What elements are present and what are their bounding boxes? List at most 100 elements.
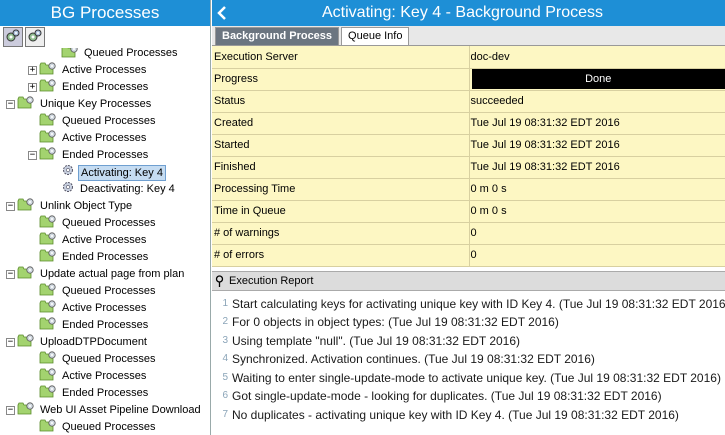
property-row: # of warnings 0 [212,222,725,245]
tab-background-process[interactable]: Background Process [215,27,340,45]
property-key: Progress [212,68,470,91]
tree-folder-item[interactable]: Queued Processes [50,48,180,62]
property-value: Tue Jul 19 08:31:32 EDT 2016 [470,139,620,151]
tree-folder-item[interactable]: Active Processes [28,367,148,385]
tree-item-label: UploadDTPDocument [40,336,147,348]
tree-item-label: Queued Processes [62,115,156,127]
execution-report-header[interactable]: Execution Report [212,270,725,291]
tree-folder-item[interactable]: Ended Processes [28,316,150,334]
collapse-icon[interactable]: − [28,151,37,160]
process-detail-panel: Activating: Key 4 - Background Process B… [212,0,725,435]
property-value-cell: succeeded [469,90,725,113]
tree-folder-item[interactable]: − Ended Processes [28,146,150,166]
property-row: Status succeeded [212,90,725,113]
pin-icon [215,274,224,287]
line-number: 7 [222,408,228,420]
folder-gear-icon [17,401,35,421]
tree-process-item[interactable]: Deactivating: Key 4 [50,181,177,198]
tab-queue-info[interactable]: Queue Info [341,27,410,45]
tree-item-label: Ended Processes [62,251,149,263]
property-row: # of errors 0 [212,244,725,267]
folder-gear-icon [39,248,57,268]
tree-folder-item[interactable]: Ended Processes [28,248,150,268]
property-value: doc-dev [470,50,510,63]
tree-item-label: Queued Processes [62,421,156,433]
property-value-cell: 0 [469,222,725,245]
bg-processes-panel: BG Processes Queued Processes + Active Pro… [0,0,211,435]
property-value: Tue Jul 19 08:31:32 EDT 2016 [470,117,620,129]
expand-icon[interactable]: + [28,83,37,92]
property-key: Execution Server [212,46,470,69]
tree-item-label: Queued Processes [62,353,156,365]
tree-folder-item[interactable]: Queued Processes [28,214,158,232]
tree-folder-item[interactable]: + Active Processes [28,61,148,79]
property-key: Processing Time [212,178,470,201]
tree-item-label: Unique Key Processes [40,98,152,110]
report-line-text: For 0 objects in object types: (Tue Jul … [232,315,559,329]
tree-folder-item[interactable]: Active Processes [28,129,148,147]
folder-gear-icon [17,333,35,353]
tree-folder-item[interactable]: Queued Processes [28,282,158,300]
property-value: 0 [470,249,477,261]
report-line-text: Synchronized. Activation continues. (Tue… [232,352,595,366]
property-row: Created Tue Jul 19 08:31:32 EDT 2016 [212,112,725,135]
property-row: Processing Time 0 m 0 s [212,178,725,201]
property-key: # of warnings [212,222,470,245]
report-line: 6 Got single-update-mode - looking for du… [212,387,725,406]
property-value: Tue Jul 19 08:31:32 EDT 2016 [470,161,620,173]
line-number: 3 [222,334,228,346]
report-line: 7 No duplicates - activating unique key w… [212,406,725,425]
tree-item-label: Ended Processes [62,319,149,331]
property-value-cell: 0 [469,244,725,267]
property-row: Finished Tue Jul 19 08:31:32 EDT 2016 [212,156,725,179]
report-line-text: Using template "null". (Tue Jul 19 08:31… [232,333,521,348]
property-value-cell: doc-dev [469,46,725,69]
property-value-cell: 0 m 0 s [469,178,725,201]
tree-folder-item[interactable]: Queued Processes [28,112,158,130]
tree-folder-item[interactable]: Active Processes [28,299,148,317]
toolbar-button-1[interactable] [3,27,23,47]
expand-icon[interactable]: + [28,66,37,75]
collapse-icon[interactable]: − [6,406,15,415]
report-line: 5 Waiting to enter single-update-mode to … [212,369,725,388]
tree-folder-item[interactable]: Queued Processes [28,350,158,368]
tree-item-label: Deactivating: Key 4 [80,183,175,195]
tree-item-label: Queued Processes [62,217,156,229]
progress-bar: Done [471,69,725,89]
property-key: Finished [212,156,470,179]
back-button[interactable] [215,0,229,26]
property-value-cell: 0 m 0 s [469,200,725,223]
property-value-cell: Tue Jul 19 08:31:32 EDT 2016 [469,134,725,157]
tree-folder-item[interactable]: − UploadDTPDocument [6,333,149,353]
folder-gear-icon [39,418,57,435]
collapse-icon[interactable]: − [6,270,15,279]
tree-folder-item[interactable]: − Web UI Asset Pipeline Download [6,401,203,421]
collapse-icon[interactable]: − [6,100,15,109]
tree-folder-item[interactable]: Queued Processes [28,418,158,435]
tree-item-label: Active Processes [62,370,147,382]
tree-folder-item[interactable]: − Unlink Object Type [6,197,134,215]
tree-item-label: Ended Processes [62,387,149,399]
property-value: 0 m 0 s [470,183,507,195]
tree-folder-item[interactable]: − Update actual page from plan [6,265,186,285]
execution-report-title: Execution Report [229,274,314,287]
properties-table: Execution Server doc-dev Progress Done Statu… [212,46,725,267]
folder-gear-icon [17,265,35,285]
property-value: succeeded [470,95,524,107]
tree-item-label: Active Processes [62,132,147,144]
tree-folder-item[interactable]: Active Processes [28,231,148,249]
property-value: 0 m 0 s [470,205,507,217]
toolbar-button-2[interactable] [25,27,45,47]
chevron-left-icon [217,6,226,20]
collapse-icon[interactable]: − [6,338,15,347]
folder-gear-icon [39,146,57,166]
collapse-icon[interactable]: − [6,202,15,211]
tree-item-label: Active Processes [62,302,147,314]
property-value-cell: Done [469,68,725,91]
tree-folder-item[interactable]: Ended Processes [28,384,150,402]
tree-folder-item[interactable]: + Ended Processes [28,78,150,96]
detail-header: Activating: Key 4 - Background Process [212,0,725,26]
tree-folder-item[interactable]: − Unique Key Processes [6,95,153,113]
tree-process-item[interactable]: Activating: Key 4 [50,164,166,181]
tree-item-label: Active Processes [62,234,147,246]
